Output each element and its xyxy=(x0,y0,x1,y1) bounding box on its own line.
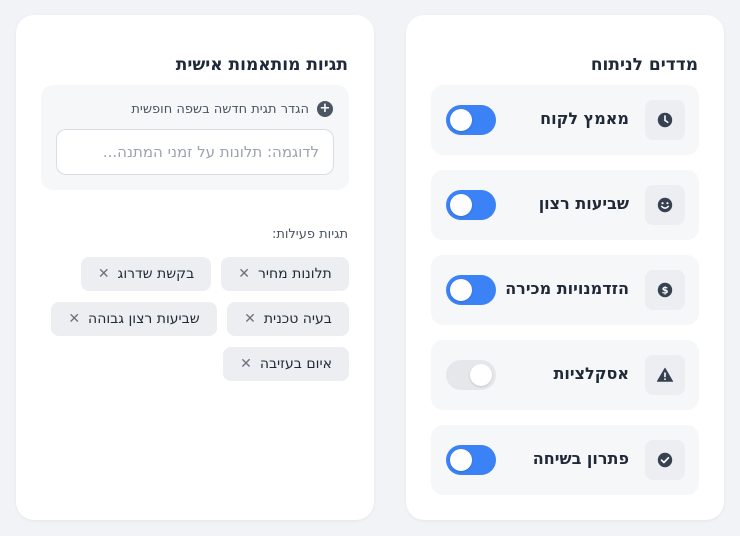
metrics-panel: מדדים לניתוח מאמץ לקוח שביעות רצון $ הזד… xyxy=(406,15,724,520)
check-circle-icon xyxy=(645,440,685,480)
remove-tag-icon[interactable]: ✕ xyxy=(98,267,110,281)
new-tag-box: + הגדר תגית חדשה בשפה חופשית xyxy=(41,85,349,190)
tags-panel: תגיות מותאמות אישית + הגדר תגית חדשה בשפ… xyxy=(16,15,374,520)
svg-text:$: $ xyxy=(662,286,669,297)
toggle-satisfaction[interactable] xyxy=(446,190,496,220)
remove-tag-icon[interactable]: ✕ xyxy=(240,357,252,371)
remove-tag-icon[interactable]: ✕ xyxy=(68,312,80,326)
clock-icon xyxy=(645,100,685,140)
metric-row-escalations: אסקלציות xyxy=(431,340,699,410)
remove-tag-icon[interactable]: ✕ xyxy=(238,267,250,281)
warning-icon xyxy=(645,355,685,395)
toggle-knob xyxy=(450,194,472,216)
tags-panel-title: תגיות מותאמות אישית xyxy=(175,55,348,75)
tag-chip: תלונות מחיר ✕ xyxy=(221,257,349,291)
metric-label: הזדמנויות מכירה xyxy=(505,279,629,298)
toggle-knob xyxy=(450,109,472,131)
tag-chip: איום בעזיבה ✕ xyxy=(223,347,349,381)
smiley-icon xyxy=(645,185,685,225)
metric-label: מאמץ לקוח xyxy=(540,109,629,128)
toggle-knob xyxy=(450,279,472,301)
tag-chip-label: תלונות מחיר xyxy=(258,266,332,282)
plus-circle-icon: + xyxy=(317,101,333,117)
metric-row-customer-effort: מאמץ לקוח xyxy=(431,85,699,155)
dollar-icon: $ xyxy=(645,270,685,310)
metric-label: שביעות רצון xyxy=(538,194,629,213)
new-tag-input[interactable] xyxy=(56,129,334,175)
metric-row-resolution: פתרון בשיחה xyxy=(431,425,699,495)
tag-chip-label: איום בעזיבה xyxy=(259,356,332,372)
metric-label: אסקלציות xyxy=(553,364,629,383)
tag-chip-label: בעיה טכנית xyxy=(263,311,332,327)
new-tag-label: הגדר תגית חדשה בשפה חופשית xyxy=(131,101,309,117)
toggle-customer-effort[interactable] xyxy=(446,105,496,135)
active-tags-title: תגיות פעילות: xyxy=(271,227,348,242)
new-tag-label-row: + הגדר תגית חדשה בשפה חופשית xyxy=(131,101,333,117)
remove-tag-icon[interactable]: ✕ xyxy=(244,312,256,326)
toggle-resolution[interactable] xyxy=(446,445,496,475)
toggle-sales-opportunities[interactable] xyxy=(446,275,496,305)
tag-chip: שביעות רצון גבוהה ✕ xyxy=(51,302,217,336)
toggle-knob xyxy=(470,364,492,386)
metric-label: פתרון בשיחה xyxy=(532,449,629,468)
toggle-escalations[interactable] xyxy=(446,360,496,390)
metric-row-sales-opportunities: $ הזדמנויות מכירה xyxy=(431,255,699,325)
toggle-knob xyxy=(450,449,472,471)
tag-chip-label: שביעות רצון גבוהה xyxy=(88,311,200,327)
tag-chip: בקשת שדרוג ✕ xyxy=(81,257,211,291)
tag-chip-label: בקשת שדרוג xyxy=(117,266,195,282)
metric-row-satisfaction: שביעות רצון xyxy=(431,170,699,240)
tag-chip: בעיה טכנית ✕ xyxy=(227,302,349,336)
metrics-panel-title: מדדים לניתוח xyxy=(590,55,698,75)
